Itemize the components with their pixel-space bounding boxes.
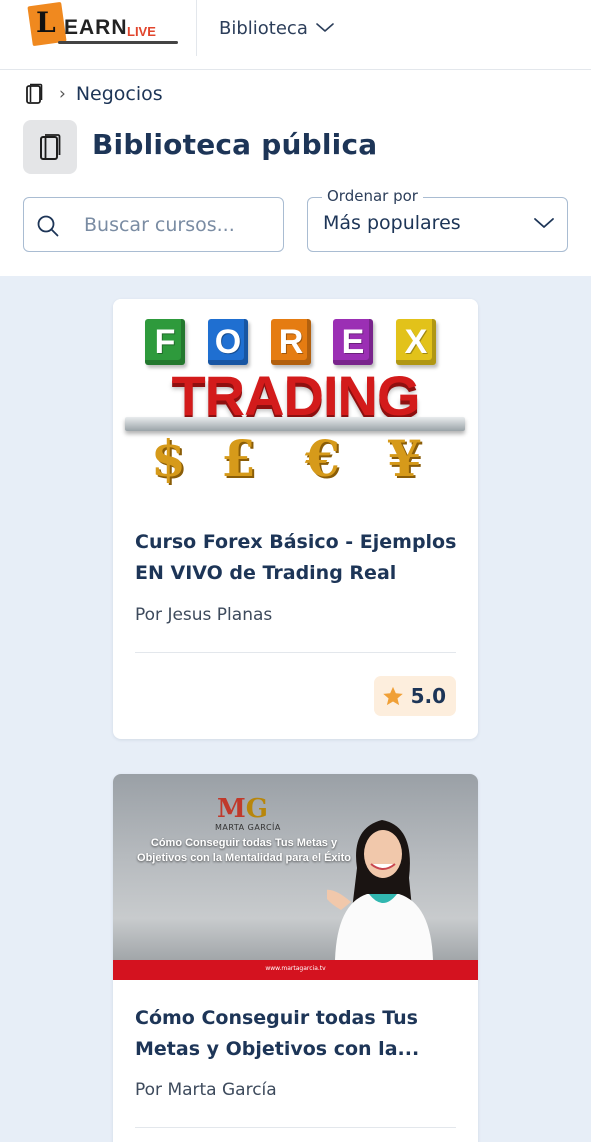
logo-underline <box>58 41 178 44</box>
course-author: Por Marta García <box>135 1080 277 1100</box>
letter-block: E <box>333 319 373 365</box>
thumbnail-url: www.martagarcia.tv <box>265 965 326 972</box>
library-title-icon-box <box>23 120 77 174</box>
card-divider <box>135 1127 456 1128</box>
course-card[interactable]: F O R E X TRADING $ £ € ¥ Curso Forex Bá… <box>113 299 478 739</box>
logo-text: EARN <box>64 16 128 39</box>
top-bar: L EARN LIVE Biblioteca <box>0 0 591 70</box>
book-icon[interactable] <box>25 83 43 105</box>
course-author: Por Jesus Planas <box>135 605 273 625</box>
course-card[interactable]: MG MARTA GARCÍA Cómo Conseguir todas Tus… <box>113 774 478 1142</box>
mg-brand: MARTA GARCÍA <box>215 823 281 832</box>
logo-suffix: LIVE <box>127 24 156 39</box>
rating-badge: 5.0 <box>373 676 456 716</box>
mg-logo: MG <box>217 794 268 824</box>
currency-symbol: € <box>305 429 340 488</box>
letter-block: F <box>145 319 185 365</box>
course-thumbnail[interactable]: MG MARTA GARCÍA Cómo Conseguir todas Tus… <box>113 774 478 980</box>
book-icon <box>40 134 61 160</box>
star-icon <box>382 686 403 705</box>
biblioteca-nav-dropdown[interactable]: Biblioteca <box>219 16 334 40</box>
chevron-down-icon <box>316 23 334 32</box>
sort-value: Más populares <box>323 212 461 234</box>
breadcrumb-item-negocios[interactable]: Negocios <box>76 83 163 105</box>
course-thumbnail[interactable]: F O R E X TRADING $ £ € ¥ <box>113 299 478 509</box>
chevron-down-icon <box>534 218 554 228</box>
chevron-right-icon: › <box>59 84 66 104</box>
presenter-photo <box>327 820 433 960</box>
learnlive-logo[interactable]: L EARN LIVE <box>27 1 184 48</box>
search-icon <box>37 215 59 237</box>
nav-dropdown-label: Biblioteca <box>219 17 308 39</box>
currency-symbol: $ <box>151 429 186 488</box>
breadcrumb: › Negocios <box>25 80 163 108</box>
letter-block: R <box>271 319 311 365</box>
card-divider <box>135 652 456 653</box>
letter-block: X <box>396 319 436 365</box>
sort-select[interactable]: Ordenar por Más populares <box>307 187 568 252</box>
search-input[interactable] <box>84 210 274 240</box>
page-title: Biblioteca pública <box>92 128 378 161</box>
rating-value: 5.0 <box>410 684 446 708</box>
course-title[interactable]: Curso Forex Básico - Ejemplos EN VIVO de… <box>135 527 460 589</box>
currency-symbol: £ <box>221 429 256 488</box>
course-search-box[interactable] <box>23 197 284 252</box>
letter-block: O <box>208 319 248 365</box>
currency-symbol: ¥ <box>387 429 422 488</box>
sort-label: Ordenar por <box>322 187 423 205</box>
header-divider <box>196 0 197 56</box>
course-title[interactable]: Cómo Conseguir todas Tus Metas y Objetiv… <box>135 1003 460 1065</box>
logo-letter: L <box>36 6 56 39</box>
